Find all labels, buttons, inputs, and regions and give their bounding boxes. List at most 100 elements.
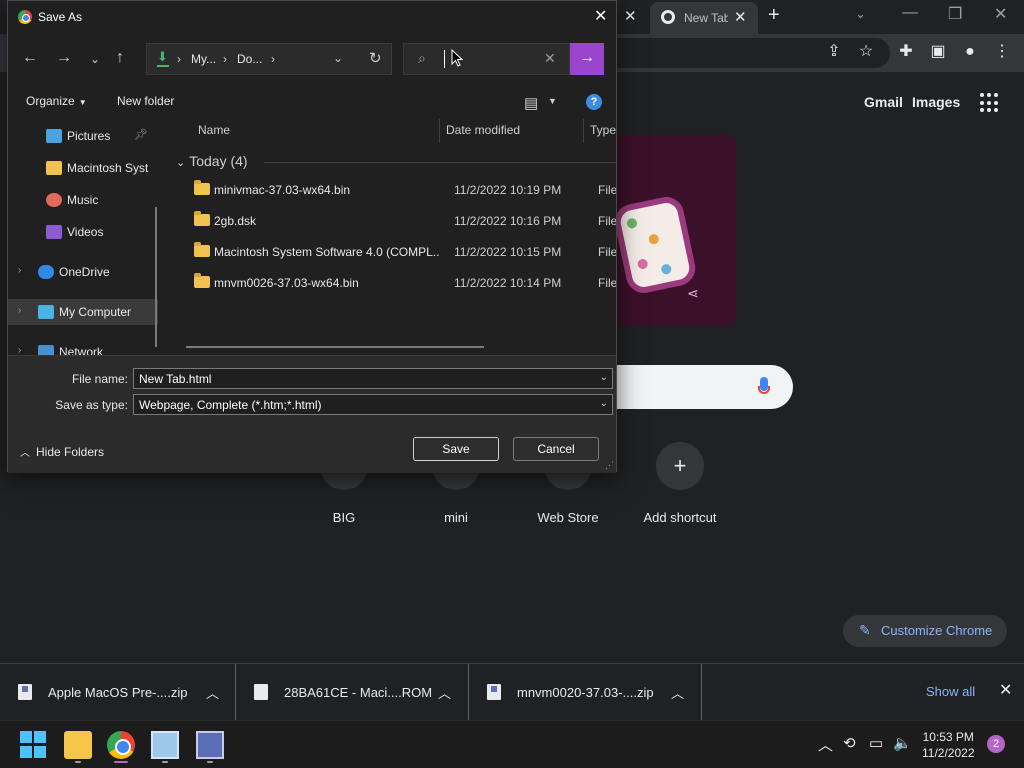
tab-close-icon[interactable]: ✕: [734, 8, 747, 26]
resize-grip-icon[interactable]: ⋰: [605, 460, 614, 471]
clear-search-icon[interactable]: ✕: [544, 50, 556, 67]
download-item[interactable]: mnvm0020-37.03-....zip ︿: [469, 664, 702, 721]
google-apps-icon[interactable]: [980, 93, 1000, 113]
customize-chrome-button[interactable]: ✎ Customize Chrome: [843, 615, 1007, 647]
command-bar: Organize ▼ New folder ▤ ▼: [8, 85, 616, 117]
close-download-bar-icon[interactable]: ✕: [999, 680, 1012, 700]
cancel-button[interactable]: Cancel: [513, 437, 599, 461]
bookmark-star-icon[interactable]: ☆: [856, 42, 876, 62]
expand-chevron-icon[interactable]: ›: [18, 265, 21, 276]
chevron-up-icon[interactable]: ︿: [206, 683, 219, 702]
tab-search-icon[interactable]: ⌄: [855, 6, 866, 22]
organize-button[interactable]: Organize ▼: [26, 94, 87, 108]
search-field[interactable]: ⌕ ✕: [403, 43, 570, 75]
address-dropdown-icon[interactable]: ⌄: [333, 51, 343, 65]
column-header-name[interactable]: Name: [198, 123, 230, 137]
archive-app-icon[interactable]: [196, 731, 224, 759]
nav-item-network[interactable]: › Network: [8, 339, 158, 355]
side-panel-icon[interactable]: ▣: [928, 42, 948, 62]
chevron-up-icon[interactable]: ︿: [671, 683, 684, 702]
chevron-up-icon[interactable]: ︿: [438, 683, 451, 702]
view-options-icon[interactable]: ▤: [524, 94, 538, 112]
nav-item-my-computer[interactable]: › My Computer: [8, 299, 158, 325]
minimize-icon[interactable]: —: [902, 4, 918, 22]
back-arrow-icon[interactable]: ←: [22, 49, 38, 67]
nav-item-onedrive[interactable]: › OneDrive: [8, 259, 158, 285]
folder-icon: [194, 242, 210, 257]
new-folder-button[interactable]: New folder: [117, 94, 174, 108]
gmail-link[interactable]: Gmail: [864, 94, 903, 110]
file-explorer-icon[interactable]: [64, 731, 92, 759]
chrome-menu-icon[interactable]: ⋮: [992, 42, 1012, 62]
nav-pane-scrollbar[interactable]: [155, 207, 157, 347]
table-row[interactable]: minivmac-37.03-wx64.bin 11/2/2022 10:19 …: [184, 177, 616, 205]
active-indicator: [114, 761, 128, 763]
column-separator[interactable]: [439, 119, 440, 143]
table-row[interactable]: Macintosh System Software 4.0 (COMPL... …: [184, 239, 616, 267]
add-shortcut[interactable]: + Add shortcut: [630, 442, 730, 525]
notification-badge[interactable]: 2: [987, 735, 1005, 753]
show-all-downloads-link[interactable]: Show all: [926, 684, 975, 699]
help-icon[interactable]: ?: [586, 94, 602, 110]
table-row[interactable]: 2gb.dsk 11/2/2022 10:16 PM File fo: [184, 208, 616, 236]
profile-icon[interactable]: ●: [960, 42, 980, 62]
file-name: Macintosh System Software 4.0 (COMPL...: [214, 245, 440, 259]
close-icon[interactable]: ✕: [594, 6, 607, 26]
group-header[interactable]: ⌄ Today (4): [176, 153, 248, 169]
hide-folders-button[interactable]: ︿ Hide Folders: [20, 444, 104, 459]
expand-chevron-icon[interactable]: ›: [18, 345, 21, 355]
column-header-type[interactable]: Type: [590, 123, 616, 137]
breadcrumb-item[interactable]: Do...: [237, 52, 262, 66]
save-as-type-select[interactable]: Webpage, Complete (*.htm;*.html) ⌄: [133, 394, 613, 415]
search-go-button[interactable]: →: [570, 43, 604, 75]
file-type: File fo: [598, 214, 616, 228]
file-name: mnvm0026-37.03-wx64.bin: [214, 276, 359, 290]
tab-close-icon[interactable]: ✕: [624, 7, 637, 25]
window-close-icon[interactable]: ✕: [994, 4, 1007, 24]
taskbar-clock[interactable]: 10:53 PM 11/2/2022: [922, 729, 975, 761]
refresh-icon[interactable]: ↻: [369, 49, 382, 67]
up-arrow-icon[interactable]: ↑: [116, 49, 124, 67]
image-app-icon[interactable]: [151, 731, 179, 759]
zip-file-icon: [487, 684, 501, 700]
download-item[interactable]: 28BA61CE - Maci....ROM ︿: [236, 664, 469, 721]
column-header-date-modified[interactable]: Date modified: [446, 123, 520, 137]
chrome-taskbar-icon[interactable]: [107, 731, 135, 759]
nav-item-macintosh-syst[interactable]: Macintosh Syst: [8, 155, 158, 181]
expand-chevron-icon[interactable]: ›: [18, 305, 21, 316]
caret-down-icon[interactable]: ▼: [548, 96, 557, 106]
chevron-down-icon[interactable]: ⌄: [600, 398, 608, 409]
caret-down-icon: ▼: [78, 98, 87, 107]
chevron-down-icon[interactable]: ⌄: [600, 372, 608, 383]
breadcrumb-item[interactable]: My...: [191, 52, 216, 66]
sync-icon[interactable]: ⟲: [843, 734, 856, 752]
omnibox[interactable]: [600, 38, 890, 68]
collapse-chevron-icon: ⌄: [176, 157, 186, 169]
table-row[interactable]: mnvm0026-37.03-wx64.bin 11/2/2022 10:14 …: [184, 270, 616, 298]
nav-item-videos[interactable]: Videos: [8, 219, 158, 245]
file-name-field[interactable]: New Tab.html ⌄: [133, 368, 613, 389]
share-icon[interactable]: ⇪: [824, 42, 844, 62]
forward-arrow-icon[interactable]: →: [56, 49, 72, 67]
nav-item-music[interactable]: Music: [8, 187, 158, 213]
address-bar[interactable]: › My... › Do... › ⌄ ↻: [146, 43, 392, 75]
download-name: Apple MacOS Pre-....zip: [48, 685, 188, 700]
display-icon[interactable]: ▭: [869, 734, 883, 752]
images-link[interactable]: Images: [912, 94, 960, 110]
extensions-icon[interactable]: ✚: [896, 42, 916, 62]
save-button[interactable]: Save: [413, 437, 499, 461]
pin-icon[interactable]: 📌︎: [134, 128, 148, 141]
restore-icon[interactable]: ❐: [948, 4, 962, 24]
recent-locations-chevron-icon[interactable]: ⌄: [90, 52, 100, 66]
download-item[interactable]: Apple MacOS Pre-....zip ︿: [0, 664, 236, 721]
chrome-tab-new-tab[interactable]: New Tab ✕: [650, 2, 758, 34]
network-icon: [38, 345, 54, 355]
tray-chevron-up-icon[interactable]: ︿: [818, 734, 833, 755]
new-tab-button[interactable]: +: [768, 4, 780, 27]
horizontal-scrollbar[interactable]: [186, 346, 484, 348]
column-separator[interactable]: [583, 119, 584, 143]
volume-icon[interactable]: 🔈: [893, 734, 912, 752]
doodle-share-icon[interactable]: ⋖: [687, 285, 699, 302]
windows-start-icon[interactable]: [20, 731, 48, 759]
nav-item-pictures[interactable]: Pictures 📌︎: [8, 123, 158, 149]
